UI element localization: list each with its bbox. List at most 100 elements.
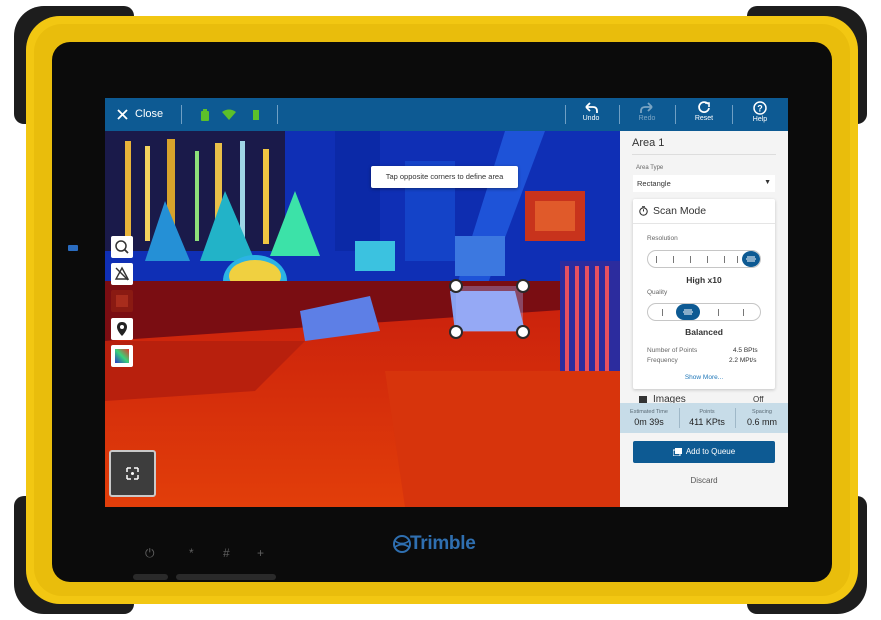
area-type-select[interactable]: Rectangle ▼ xyxy=(633,175,775,192)
redo-button[interactable]: Redo xyxy=(625,101,669,131)
battery-icon xyxy=(201,109,209,121)
separator xyxy=(619,105,620,124)
discard-button[interactable]: Discard xyxy=(633,476,775,485)
area-corner-handle-top-right[interactable] xyxy=(516,279,530,293)
resolution-value: High x10 xyxy=(686,275,722,285)
top-bar: Close Undo Redo Reset ? Help xyxy=(105,98,788,131)
plus-hw-button[interactable]: + xyxy=(257,546,264,560)
slider-tick xyxy=(656,256,657,263)
location-pin-icon xyxy=(117,322,127,336)
port-slot xyxy=(133,574,168,580)
slider-tick xyxy=(737,256,738,263)
quality-label: Quality xyxy=(647,289,668,296)
estimate-bar: Estimated Time 0m 39s Points 411 KPts Sp… xyxy=(620,403,788,433)
images-toggle[interactable]: Off xyxy=(753,395,764,403)
timer-icon xyxy=(639,206,648,216)
undo-button[interactable]: Undo xyxy=(569,101,613,131)
quality-slider-knob[interactable] xyxy=(676,304,700,320)
add-to-queue-label: Add to Queue xyxy=(685,447,736,456)
magnify-location-icon xyxy=(115,240,129,254)
spacing-stat: Spacing 0.6 mm xyxy=(736,403,788,433)
slider-grip-icon xyxy=(683,309,693,315)
frequency-label: Frequency xyxy=(647,357,678,364)
resolution-slider-knob[interactable] xyxy=(742,251,760,267)
spacing-label: Spacing xyxy=(752,409,772,415)
quality-value: Balanced xyxy=(685,327,723,337)
add-to-queue-button[interactable]: Add to Queue xyxy=(633,441,775,463)
close-label: Close xyxy=(135,108,164,120)
images-row: Images Off xyxy=(633,393,775,403)
slider-tick xyxy=(707,256,708,263)
area-corner-handle-top-left[interactable] xyxy=(449,279,463,293)
help-icon: ? xyxy=(753,101,767,115)
show-more-link[interactable]: Show More... xyxy=(633,374,775,381)
camera-sensor-light xyxy=(68,245,78,251)
area-corner-handle-bottom-right[interactable] xyxy=(516,325,530,339)
chevron-down-icon: ▼ xyxy=(764,179,771,186)
points-stat-label: Points xyxy=(699,409,715,415)
scan-mode-title: Scan Mode xyxy=(653,205,707,217)
resolution-label: Resolution xyxy=(647,235,678,242)
slider-tick xyxy=(743,309,744,316)
brand-name: Trimble xyxy=(410,533,476,554)
area-type-value: Rectangle xyxy=(637,179,671,188)
slider-tick xyxy=(718,309,719,316)
tool-color-gradient[interactable] xyxy=(111,345,133,367)
hash-hw-button[interactable]: # xyxy=(223,546,230,560)
images-label: Images xyxy=(653,394,686,403)
points-stat-value: 411 KPts xyxy=(689,417,725,427)
resolution-slider[interactable] xyxy=(647,250,761,268)
divider xyxy=(632,154,776,155)
tool-no-triangle[interactable] xyxy=(111,263,133,285)
camera-view[interactable]: Tap opposite corners to define area xyxy=(105,131,620,507)
quality-slider[interactable] xyxy=(647,303,761,321)
undo-icon xyxy=(585,102,598,113)
port-slot xyxy=(176,574,276,580)
points-stat: Points 411 KPts xyxy=(680,403,734,433)
help-label: Help xyxy=(752,116,768,123)
estimated-time-label: Estimated Time xyxy=(630,409,668,415)
area-corner-handle-bottom-left[interactable] xyxy=(449,325,463,339)
undo-label: Undo xyxy=(582,115,600,122)
separator xyxy=(675,105,676,124)
power-hw-button[interactable]: ⏻ xyxy=(145,546,155,561)
slider-grip-icon xyxy=(746,256,756,262)
redo-icon xyxy=(640,102,653,113)
reset-label: Reset xyxy=(694,115,714,122)
frequency-value: 2.2 MPt/s xyxy=(729,357,757,364)
redo-label: Redo xyxy=(638,115,656,122)
spacing-value: 0.6 mm xyxy=(746,417,777,427)
minimap-button[interactable] xyxy=(109,450,156,497)
no-triangle-icon xyxy=(114,266,130,281)
help-button[interactable]: ? Help xyxy=(738,101,782,131)
separator xyxy=(732,105,733,124)
area-settings-panel: Area 1 Area Type Rectangle ▼ Scan Mode R… xyxy=(620,131,788,507)
image-icon xyxy=(639,396,647,403)
slider-tick xyxy=(690,256,691,263)
area-hint-tooltip: Tap opposite corners to define area xyxy=(371,166,518,188)
reset-icon xyxy=(698,101,710,113)
wifi-icon xyxy=(222,109,236,120)
crosshair-frame-icon xyxy=(126,467,139,480)
star-hw-button[interactable]: * xyxy=(189,546,194,560)
panel-title: Area 1 xyxy=(632,137,665,149)
svg-text:?: ? xyxy=(757,104,763,114)
layer-icon xyxy=(116,295,128,307)
points-value: 4.5 BPts xyxy=(733,347,758,354)
brand-globe-icon xyxy=(393,535,411,553)
scan-mode-header: Scan Mode xyxy=(633,199,775,224)
color-gradient-icon xyxy=(115,349,129,363)
tool-magnify-location[interactable] xyxy=(111,236,133,258)
tool-layer[interactable] xyxy=(111,290,133,312)
thermal-scene-image xyxy=(105,131,620,507)
scan-mode-card: Scan Mode Resolution High x10 Quality Ba… xyxy=(633,199,775,389)
tool-location-pin[interactable] xyxy=(111,318,133,340)
separator xyxy=(277,105,278,124)
separator xyxy=(181,105,182,124)
estimated-time-stat: Estimated Time 0m 39s xyxy=(620,403,678,433)
reset-button[interactable]: Reset xyxy=(682,101,726,131)
queue-icon xyxy=(672,447,682,457)
close-icon xyxy=(117,109,128,120)
points-label: Number of Points xyxy=(647,347,698,354)
slider-tick xyxy=(662,309,663,316)
